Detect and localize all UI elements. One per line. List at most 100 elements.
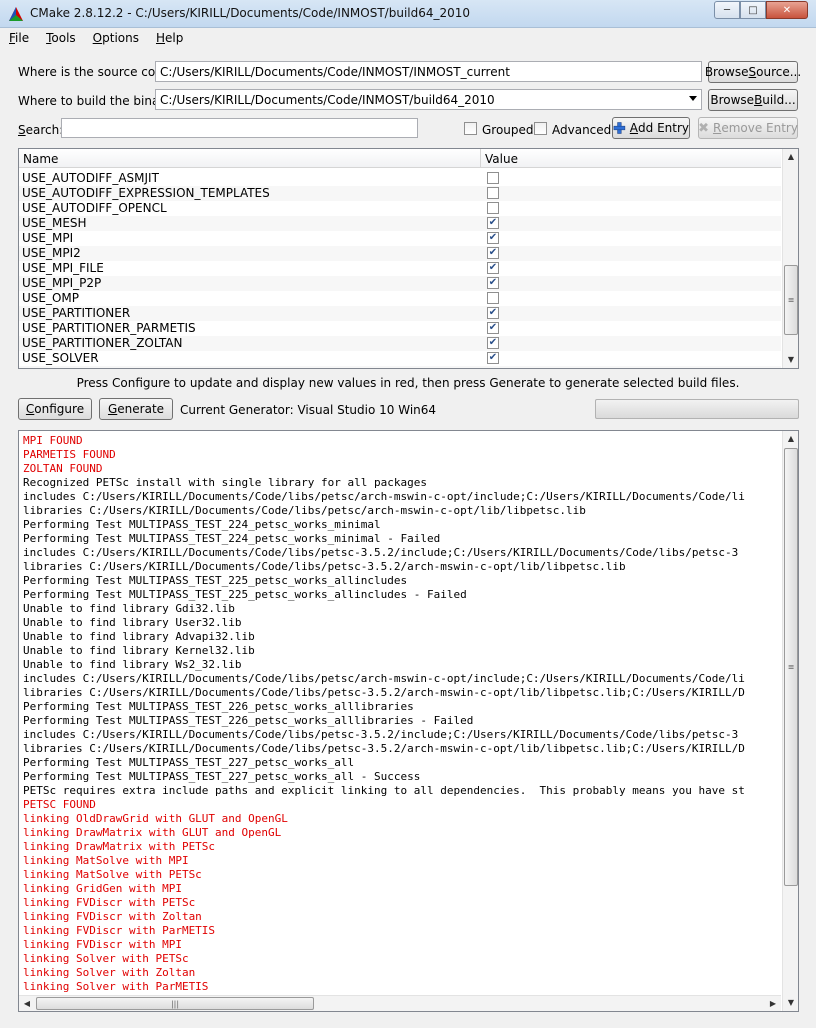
cache-entry-name: USE_MPI [22, 231, 74, 245]
unchecked-checkbox[interactable] [487, 292, 499, 304]
configure-button[interactable]: Configure [18, 398, 92, 420]
table-row[interactable]: USE_MPI_P2P ✔ [19, 276, 781, 291]
log-line: includes C:/Users/KIRILL/Documents/Code/… [23, 672, 745, 685]
log-line: linking Solver with ParMETIS [23, 980, 209, 993]
close-icon: ✕ [782, 4, 792, 16]
log-vertical-scrollbar[interactable]: ▲ ≡ ▼ [782, 431, 798, 1011]
scroll-thumb[interactable]: ||| [36, 997, 314, 1010]
minimize-icon: ─ [723, 4, 731, 16]
cache-entry-name: USE_SOLVER [22, 351, 99, 365]
minimize-button[interactable]: ─ [714, 1, 740, 19]
search-label: Search: [18, 123, 64, 137]
log-line: linking FVDiscr with PETSc [23, 896, 196, 909]
cache-entry-name: USE_MPI_FILE [22, 261, 104, 275]
checked-checkbox[interactable]: ✔ [487, 217, 499, 229]
log-line: Performing Test MULTIPASS_TEST_226_petsc… [23, 714, 474, 727]
menu-options[interactable]: Options [84, 29, 147, 49]
unchecked-checkbox[interactable] [487, 172, 499, 184]
dropdown-arrow-icon[interactable] [689, 96, 697, 101]
cache-entry-name: USE_PARTITIONER_ZOLTAN [22, 336, 183, 350]
table-row[interactable]: USE_OMP [19, 291, 781, 306]
log-line: includes C:/Users/KIRILL/Documents/Code/… [23, 546, 739, 559]
table-row[interactable]: USE_MESH ✔ [19, 216, 781, 231]
log-line: Performing Test MULTIPASS_TEST_226_petsc… [23, 700, 414, 713]
browse-source-button[interactable]: Browse Source... [705, 61, 801, 83]
configure-hint: Press Configure to update and display ne… [76, 376, 740, 390]
current-generator-label: Current Generator: Visual Studio 10 Win6… [180, 403, 437, 417]
table-row[interactable]: USE_SOLVER ✔ [19, 351, 781, 366]
plus-icon [613, 122, 626, 134]
checked-checkbox[interactable]: ✔ [487, 262, 499, 274]
advanced-checkbox[interactable] [534, 122, 547, 135]
table-row[interactable]: USE_MPI_FILE ✔ [19, 261, 781, 276]
log-line: linking DrawMatrix with PETSc [23, 840, 216, 853]
log-line: Performing Test MULTIPASS_TEST_225_petsc… [23, 574, 408, 587]
cache-entry-name: USE_MPI_P2P [22, 276, 102, 290]
column-header-value[interactable]: Value [485, 152, 518, 166]
source-path-input[interactable]: C:/Users/KIRILL/Documents/Code/INMOST/IN… [155, 61, 702, 82]
log-horizontal-scrollbar[interactable]: ◀ ||| ▶ [19, 995, 781, 1011]
menu-tools[interactable]: Tools [37, 29, 84, 49]
scroll-down-icon[interactable]: ▼ [783, 995, 798, 1011]
grouped-checkbox[interactable] [464, 122, 477, 135]
table-row[interactable]: USE_PARTITIONER ✔ [19, 306, 781, 321]
column-header-name[interactable]: Name [23, 152, 58, 166]
unchecked-checkbox[interactable] [487, 187, 499, 199]
cache-entry-name: USE_MESH [22, 216, 87, 230]
checked-checkbox[interactable]: ✔ [487, 307, 499, 319]
close-button[interactable]: ✕ [766, 1, 808, 19]
menu-file[interactable]: File [0, 29, 37, 49]
scroll-thumb[interactable]: ≡ [784, 448, 798, 886]
log-line: linking FVDiscr with ParMETIS [23, 924, 216, 937]
checked-checkbox[interactable]: ✔ [487, 337, 499, 349]
table-row-partial [19, 366, 781, 368]
table-row[interactable]: USE_MPI2 ✔ [19, 246, 781, 261]
cmake-triangle-icon [9, 7, 23, 21]
table-row[interactable]: USE_AUTODIFF_OPENCL [19, 201, 781, 216]
table-row[interactable]: USE_AUTODIFF_EXPRESSION_TEMPLATES [19, 186, 781, 201]
table-row[interactable]: USE_MPI ✔ [19, 231, 781, 246]
browse-build-button[interactable]: Browse Build... [708, 89, 798, 111]
log-line: linking FVDiscr with MPI [23, 938, 182, 951]
add-entry-button[interactable]: Add Entry [612, 117, 690, 139]
cache-entry-name: USE_AUTODIFF_ASMJIT [22, 171, 159, 185]
log-lines: MPI FOUND PARMETIS FOUND ZOLTAN FOUND Recog… [23, 434, 781, 1008]
table-row[interactable]: USE_AUTODIFF_ASMJIT [19, 171, 781, 186]
log-line: linking FVDiscr with Zoltan [23, 910, 202, 923]
checked-checkbox[interactable]: ✔ [487, 247, 499, 259]
table-row[interactable]: USE_PARTITIONER_ZOLTAN ✔ [19, 336, 781, 351]
log-line: libraries C:/Users/KIRILL/Documents/Code… [23, 686, 745, 699]
output-log[interactable]: MPI FOUND PARMETIS FOUND ZOLTAN FOUND Recog… [18, 430, 799, 1012]
scroll-up-icon[interactable]: ▲ [783, 431, 798, 447]
table-vertical-scrollbar[interactable]: ▲ ≡ ▼ [782, 149, 798, 368]
log-line: libraries C:/Users/KIRILL/Documents/Code… [23, 504, 586, 517]
log-line: Performing Test MULTIPASS_TEST_224_petsc… [23, 532, 441, 545]
table-row[interactable]: USE_PARTITIONER_PARMETIS ✔ [19, 321, 781, 336]
log-line: Unable to find library User32.lib [23, 616, 242, 629]
maximize-button[interactable]: □ [740, 1, 766, 19]
log-line: libraries C:/Users/KIRILL/Documents/Code… [23, 742, 745, 755]
log-line: Unable to find library Kernel32.lib [23, 644, 255, 657]
generate-button[interactable]: Generate [99, 398, 173, 420]
log-line: includes C:/Users/KIRILL/Documents/Code/… [23, 728, 739, 741]
cache-entry-name: USE_MPI2 [22, 246, 81, 260]
scroll-right-icon[interactable]: ▶ [765, 996, 781, 1011]
log-line: linking MatSolve with PETSc [23, 868, 202, 881]
scroll-up-icon[interactable]: ▲ [783, 149, 798, 165]
log-line: PARMETIS FOUND [23, 448, 116, 461]
menu-help[interactable]: Help [147, 29, 191, 49]
checked-checkbox[interactable]: ✔ [487, 352, 499, 364]
scroll-thumb[interactable]: ≡ [784, 265, 798, 335]
remove-entry-button[interactable]: ✖ Remove Entry [698, 117, 798, 139]
unchecked-checkbox[interactable] [487, 202, 499, 214]
scroll-left-icon[interactable]: ◀ [19, 996, 35, 1011]
checked-checkbox[interactable]: ✔ [487, 322, 499, 334]
search-input[interactable] [61, 118, 418, 138]
build-path-combobox[interactable]: C:/Users/KIRILL/Documents/Code/INMOST/bu… [155, 89, 702, 110]
log-line: linking MatSolve with MPI [23, 854, 189, 867]
log-line: Unable to find library Gdi32.lib [23, 602, 235, 615]
log-line: linking Solver with PETSc [23, 952, 189, 965]
scroll-down-icon[interactable]: ▼ [783, 352, 798, 368]
checked-checkbox[interactable]: ✔ [487, 232, 499, 244]
checked-checkbox[interactable]: ✔ [487, 277, 499, 289]
